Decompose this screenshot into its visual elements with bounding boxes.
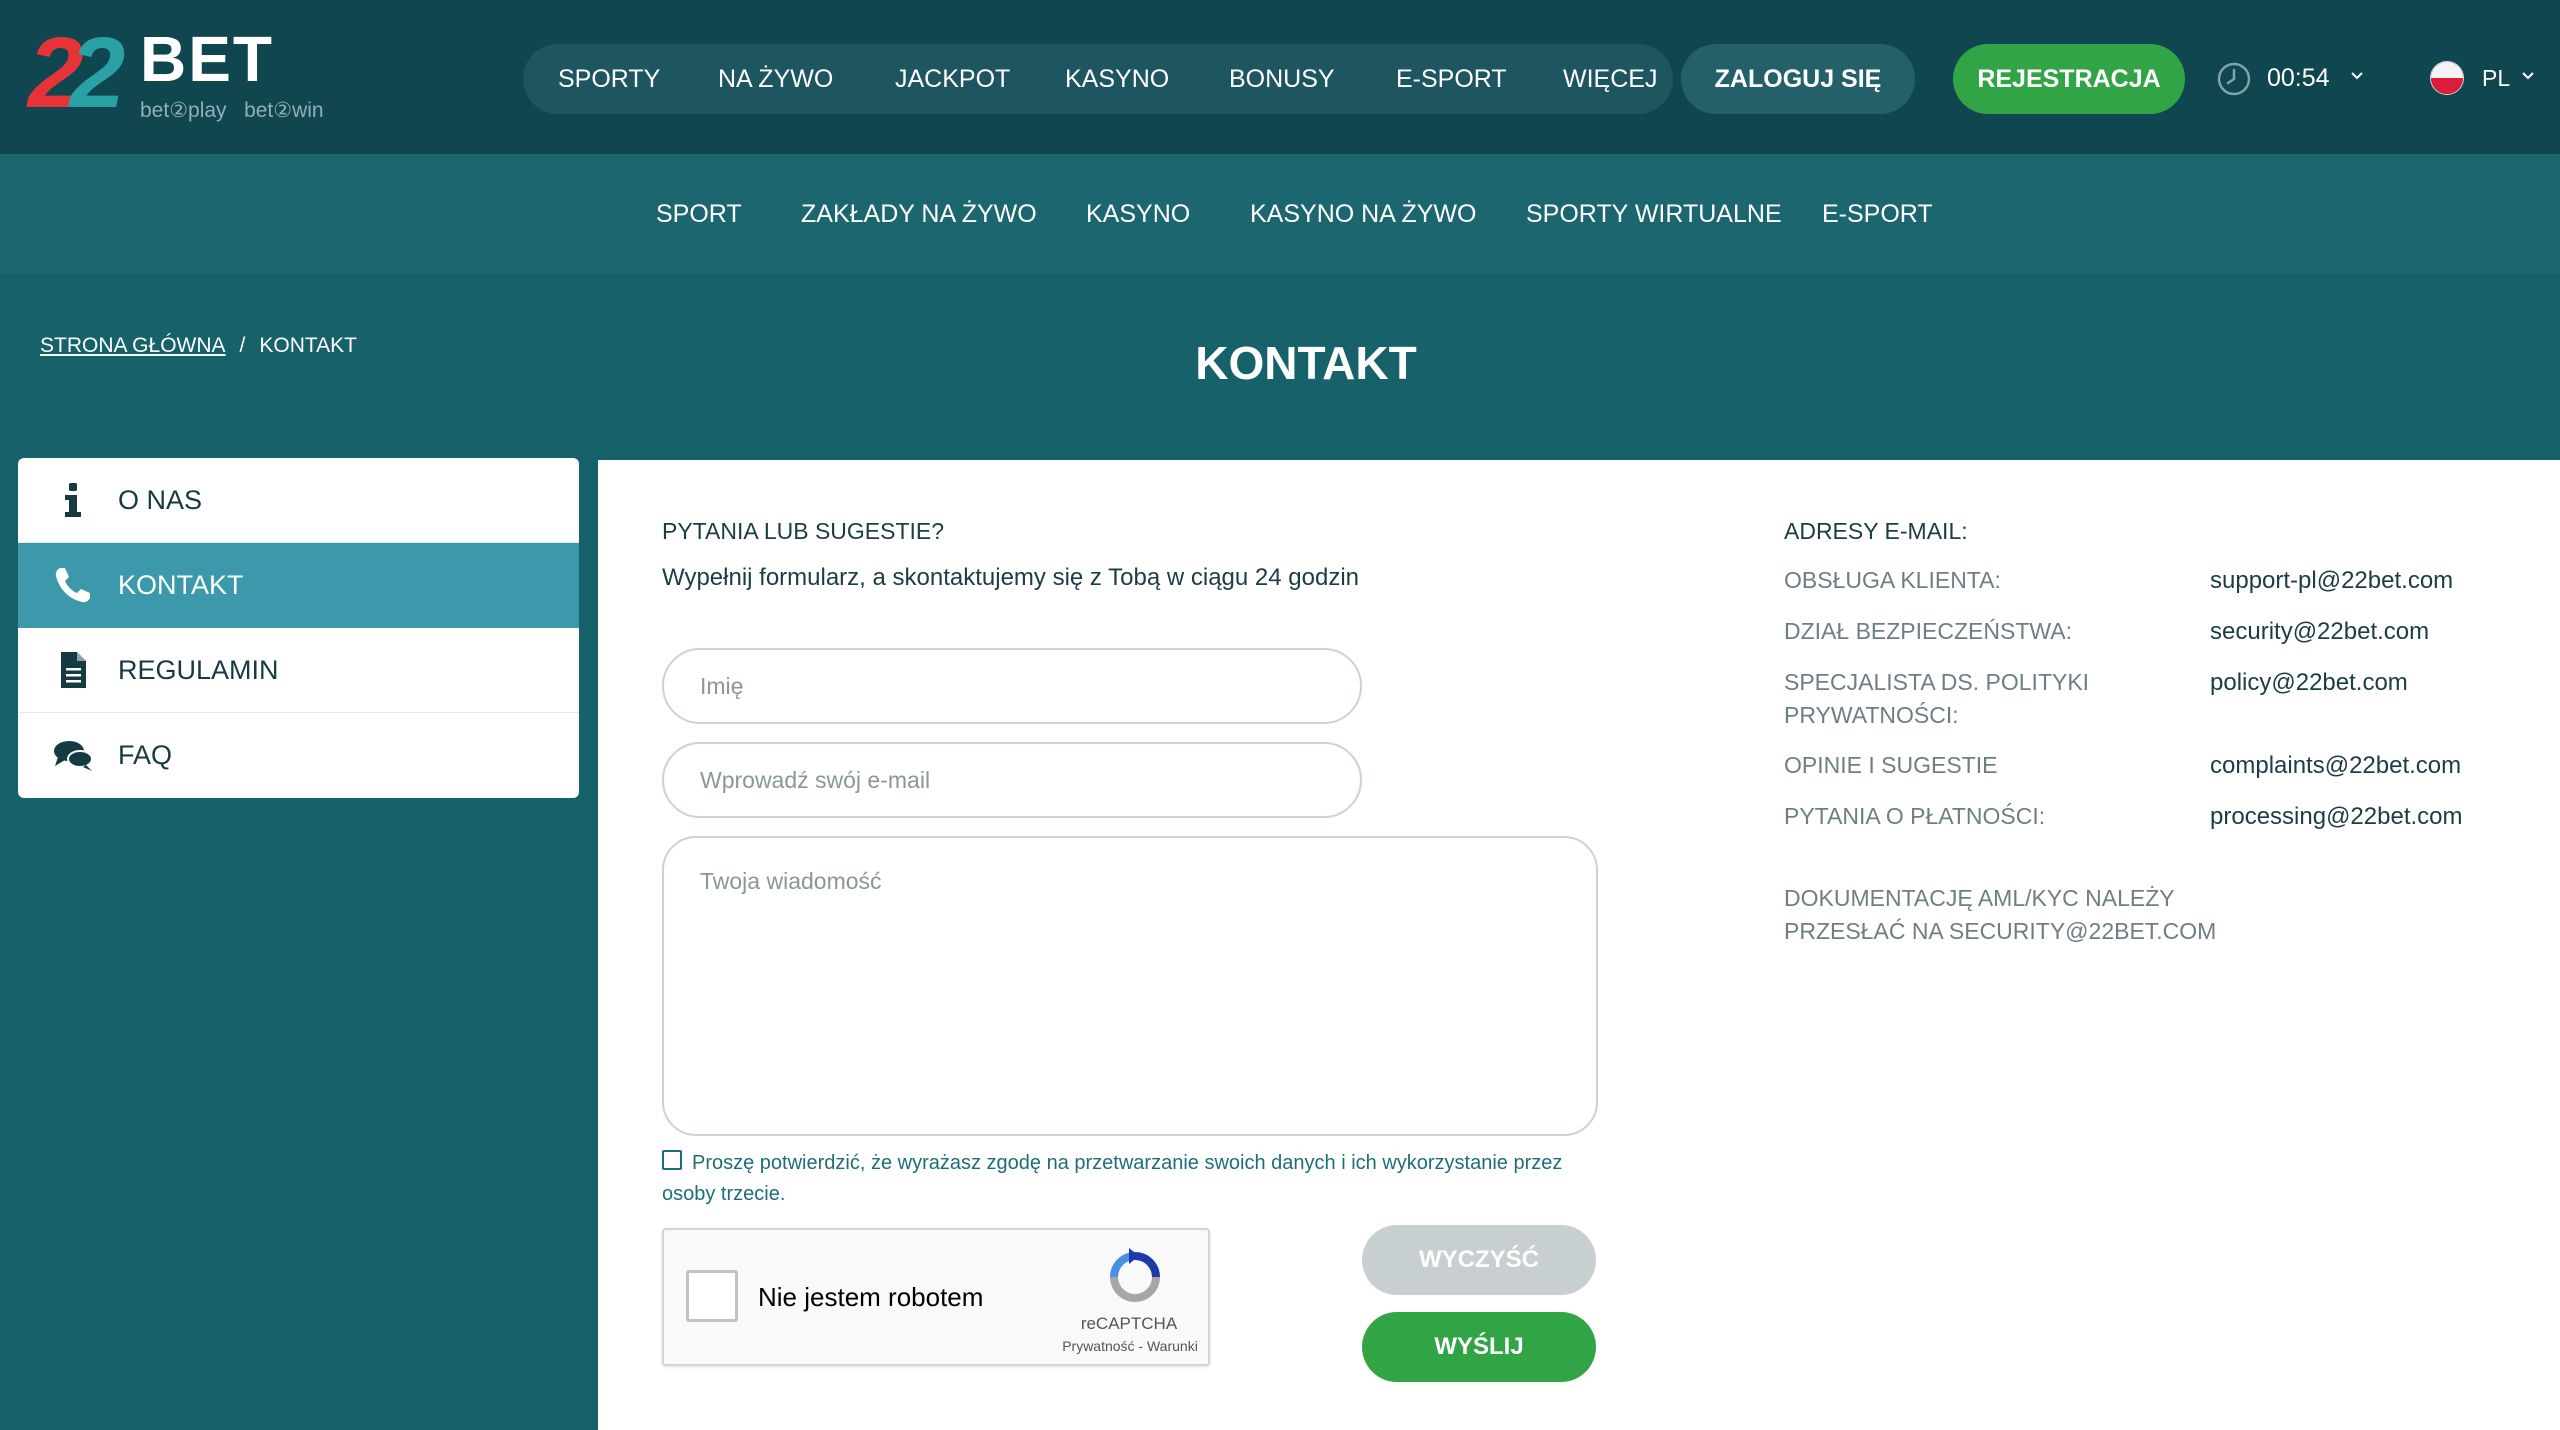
recaptcha-terms-link[interactable]: Prywatność - Warunki [1050, 1338, 1210, 1354]
subnav-item-kasyno-na-zywo[interactable]: KASYNO NA ŻYWO [1250, 154, 1476, 274]
nav-item-na-zywo[interactable]: NA ŻYWO [718, 44, 833, 114]
subnav-item-zaklady-na-zywo[interactable]: ZAKŁADY NA ŻYWO [801, 154, 1037, 274]
recaptcha-brand: reCAPTCHA [1080, 1314, 1178, 1333]
form-title: PYTANIA LUB SUGESTIE? [662, 518, 945, 544]
recaptcha-checkbox[interactable] [686, 1270, 738, 1322]
logo-brand: BET [140, 23, 274, 95]
top-header: 22 BET bet②play bet②win SPORTY NA ŻYWO J… [0, 0, 2560, 154]
nav-item-bonusy[interactable]: BONUSY [1229, 44, 1335, 114]
subnav-item-kasyno[interactable]: KASYNO [1086, 154, 1190, 274]
nav-item-kasyno[interactable]: KASYNO [1065, 44, 1169, 114]
chevron-down-icon[interactable] [2520, 68, 2536, 84]
email-link[interactable]: security@22bet.com [2210, 615, 2429, 648]
email-label: OBSŁUGA KLIENTA: [1784, 567, 2001, 593]
language-selector[interactable]: PL [2482, 60, 2510, 96]
name-input[interactable] [662, 648, 1362, 724]
sidebar-item-label: KONTAKT [118, 570, 244, 600]
email-label: SPECJALISTA DS. POLITYKI PRYWATNOŚCI: [1784, 669, 2090, 728]
email-input[interactable] [662, 742, 1362, 818]
sidebar-item-faq[interactable]: FAQ [18, 713, 579, 798]
clock-icon [2217, 62, 2251, 96]
register-button[interactable]: REJESTRACJA [1953, 44, 2185, 114]
logo-tagline: bet②play bet②win [140, 99, 324, 122]
recaptcha-widget: Nie jestem robotem reCAPTCHA Prywatność … [662, 1228, 1210, 1366]
nav-item-wiecej[interactable]: WIĘCEJ [1563, 44, 1657, 114]
logo[interactable]: 22 BET bet②play bet②win [28, 17, 368, 134]
sub-nav: SPORT ZAKŁADY NA ŻYWO KASYNO KASYNO NA Ż… [0, 154, 2560, 274]
email-link[interactable]: support-pl@22bet.com [2210, 564, 2453, 597]
emails-title: ADRESY E-MAIL: [1784, 518, 1968, 544]
nav-item-sporty[interactable]: SPORTY [558, 44, 660, 114]
form-subtitle: Wypełnij formularz, a skontaktujemy się … [662, 564, 1360, 591]
recaptcha-logo-icon [1110, 1248, 1160, 1302]
aml-note: DOKUMENTACJĘ AML/KYC NALEŻY PRZESŁAĆ NA … [1784, 885, 2217, 944]
subnav-item-e-sport[interactable]: E-SPORT [1822, 154, 1933, 274]
email-link[interactable]: policy@22bet.com [2210, 666, 2408, 699]
message-textarea[interactable] [662, 836, 1598, 1136]
sidebar-item-o-nas[interactable]: O NAS [18, 458, 579, 543]
flag-icon[interactable] [2430, 61, 2464, 95]
page-title: KONTAKT [1195, 337, 1417, 389]
sidebar-item-kontakt[interactable]: KONTAKT [18, 543, 579, 628]
email-link[interactable]: complaints@22bet.com [2210, 749, 2461, 782]
send-button[interactable]: WYŚLIJ [1362, 1312, 1596, 1382]
recaptcha-label: Nie jestem robotem [758, 1282, 984, 1312]
sidebar-item-label: O NAS [118, 485, 203, 515]
clear-button[interactable]: WYCZYŚĆ [1362, 1225, 1596, 1295]
contact-card: PYTANIA LUB SUGESTIE? Wypełnij formularz… [598, 460, 2560, 1430]
email-label: PYTANIA O PŁATNOŚCI: [1784, 803, 2046, 829]
info-icon [65, 483, 81, 517]
sidebar-item-label: FAQ [118, 740, 173, 770]
chevron-down-icon[interactable] [2349, 68, 2365, 84]
phone-icon [55, 568, 90, 603]
subnav-item-sport[interactable]: SPORT [656, 154, 742, 274]
email-link[interactable]: processing@22bet.com [2210, 800, 2463, 833]
document-icon [61, 652, 86, 688]
login-button[interactable]: ZALOGUJ SIĘ [1681, 44, 1915, 114]
sidebar-item-regulamin[interactable]: REGULAMIN [18, 628, 579, 713]
nav-item-e-sport[interactable]: E-SPORT [1396, 44, 1507, 114]
chat-icon [54, 741, 93, 771]
sidebar-item-label: REGULAMIN [118, 655, 279, 685]
sidebar: O NAS KONTAKT REGULAMIN FAQ [18, 458, 579, 798]
time-display[interactable]: 00:54 [2267, 60, 2330, 96]
subnav-item-sporty-wirtualne[interactable]: SPORTY WIRTUALNE [1526, 154, 1782, 274]
nav-item-jackpot[interactable]: JACKPOT [895, 44, 1010, 114]
email-label: OPINIE I SUGESTIE [1784, 752, 1998, 778]
email-label: DZIAŁ BEZPIECZEŃSTWA: [1784, 618, 2072, 644]
main-nav: SPORTY NA ŻYWO JACKPOT KASYNO BONUSY E-S… [523, 44, 1673, 114]
logo-number: 22 [28, 17, 125, 129]
consent-label[interactable]: Proszę potwierdzić, że wyrażasz zgodę na… [662, 1148, 1598, 1210]
